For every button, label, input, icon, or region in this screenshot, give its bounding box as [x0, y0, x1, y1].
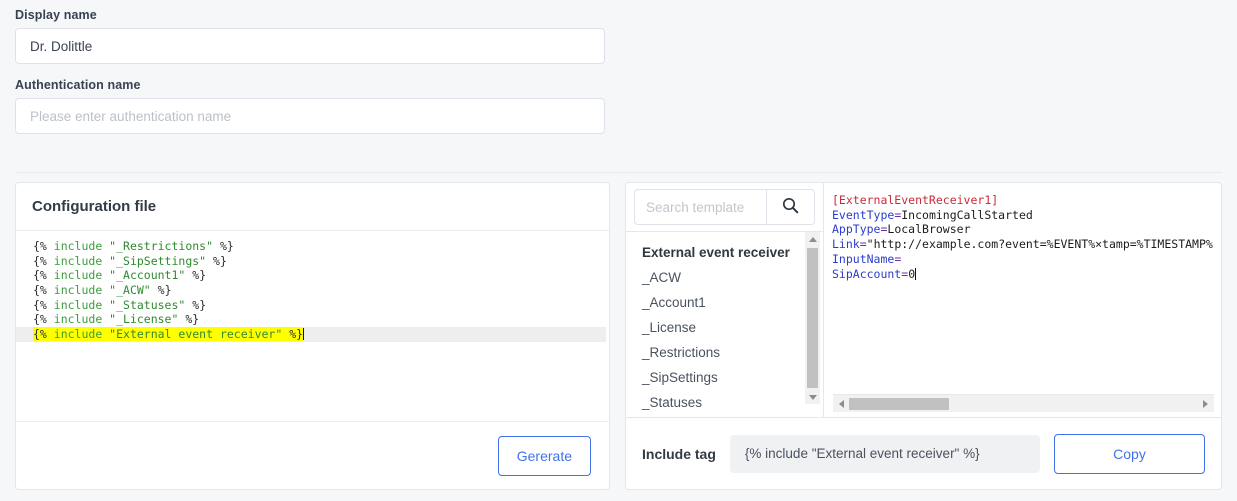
template-search-row [626, 183, 823, 232]
include-tag-footer: Include tag Copy [626, 417, 1221, 489]
scroll-down-button[interactable] [805, 390, 820, 404]
triangle-down-icon [808, 394, 817, 400]
config-code-line-text: {% include "_ACW" %} [33, 283, 172, 298]
configuration-code-area[interactable]: {% include "_Restrictions" %} {% include … [16, 239, 609, 342]
config-code-line: {% include "_Restrictions" %} [33, 239, 609, 254]
template-list-item[interactable]: _Account1 [626, 290, 823, 315]
template-top-area: External event receiver_ACW_Account1_Lic… [626, 183, 1221, 418]
configuration-file-header: Configuration file [16, 183, 609, 231]
config-code-line: {% include "_Statuses" %} [33, 298, 609, 313]
template-list-item[interactable]: _Restrictions [626, 340, 823, 365]
display-name-input[interactable] [15, 28, 605, 64]
template-card: External event receiver_ACW_Account1_Lic… [625, 182, 1222, 490]
authentication-name-input[interactable] [15, 98, 605, 134]
configuration-file-footer: Gererate [16, 421, 609, 489]
config-code-line: {% include "External event receiver" %} [16, 327, 609, 342]
config-code-line-text: {% include "External event receiver" %} [33, 327, 304, 342]
config-code-line-text: {% include "_Statuses" %} [33, 297, 207, 312]
main-zone: Configuration file {% include "_Restrict… [15, 182, 1222, 490]
preview-code-line: AppType=LocalBrowser [832, 222, 971, 237]
config-code-line-text: {% include "_Restrictions" %} [33, 239, 234, 253]
config-code-line: {% include "_License" %} [33, 312, 609, 327]
preview-code-line: InputName= [832, 251, 902, 266]
triangle-right-icon [1203, 399, 1208, 408]
triangle-left-icon [839, 399, 844, 408]
preview-horizontal-scrollbar[interactable] [833, 394, 1214, 413]
preview-code-line: SipAccount=0 [832, 266, 917, 281]
scroll-left-button[interactable] [834, 396, 849, 412]
template-list-panel: External event receiver_ACW_Account1_Lic… [626, 183, 824, 418]
include-tag-value-field[interactable] [729, 434, 1040, 473]
preview-code-line: [ExternalEventReceiver1] [832, 193, 999, 207]
template-list-scroll-area[interactable]: External event receiver _ACW _Account1 _Lic… [626, 232, 823, 417]
config-code-line: {% include "_SipSettings" %} [33, 254, 609, 269]
scroll-up-button[interactable] [805, 232, 820, 246]
text-cursor [303, 328, 305, 341]
template-list-vertical-scrollbar[interactable] [805, 232, 820, 404]
horizontal-scrollbar-thumb[interactable] [849, 397, 949, 410]
section-divider [15, 172, 1222, 173]
include-tag-label: Include tag [642, 445, 716, 462]
display-name-field-block: Display name [15, 8, 1222, 64]
template-list-item[interactable]: _License [626, 315, 823, 340]
search-button[interactable] [766, 190, 814, 224]
template-preview-code[interactable]: [ExternalEventReceiver1] EventType=Incomi… [824, 183, 1221, 394]
authentication-name-label: Authentication name [15, 78, 141, 92]
config-code-line-text: {% include "_SipSettings" %} [33, 253, 227, 268]
preview-code-line: Link="http://example.com?event=%EVENT%×t… [832, 237, 1213, 252]
search-template-input[interactable] [635, 190, 766, 224]
scroll-right-button[interactable] [1198, 396, 1213, 412]
template-list-item[interactable]: _Statuses [626, 390, 823, 415]
display-name-label: Display name [15, 8, 97, 22]
template-list: External event receiver _ACW _Account1 _Lic… [626, 232, 823, 415]
config-code-line-text: {% include "_License" %} [33, 312, 200, 327]
template-search-group [634, 189, 815, 225]
template-list-item[interactable]: _ACW [626, 265, 823, 290]
copy-button[interactable]: Copy [1054, 433, 1205, 474]
profile-form: Display name Authentication name [0, 0, 1237, 134]
template-list-item[interactable]: External event receiver [626, 240, 823, 265]
config-code-line: {% include "_ACW" %} [33, 283, 609, 298]
config-code-line-text: {% include "_Account1" %} [33, 268, 207, 283]
config-code-line: {% include "_Account1" %} [33, 268, 609, 283]
triangle-up-icon [808, 236, 817, 242]
configuration-file-card: Configuration file {% include "_Restrict… [15, 182, 610, 490]
template-preview-panel: [ExternalEventReceiver1] EventType=Incomi… [824, 183, 1221, 417]
configuration-file-title: Configuration file [32, 198, 157, 215]
configuration-file-editor[interactable]: {% include "_Restrictions" %} {% include … [16, 231, 609, 421]
generate-button[interactable]: Gererate [497, 435, 591, 476]
preview-code-line: EventType=IncomingCallStarted [832, 207, 1033, 222]
horizontal-scrollbar-track[interactable] [849, 396, 1198, 412]
search-icon [782, 197, 799, 217]
authentication-name-field-block: Authentication name [15, 78, 1222, 134]
vertical-scrollbar-thumb[interactable] [807, 248, 818, 388]
template-list-item[interactable]: _SipSettings [626, 365, 823, 390]
text-cursor [915, 267, 917, 280]
